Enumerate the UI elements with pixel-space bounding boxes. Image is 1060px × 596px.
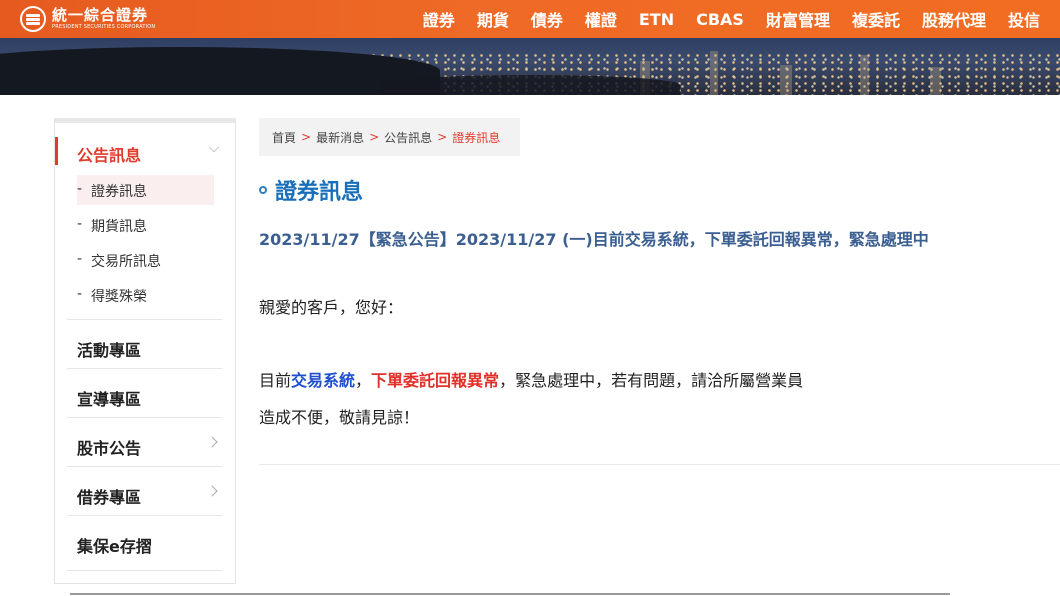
list-dash: - xyxy=(77,216,83,232)
page-bottom-rule xyxy=(70,593,950,595)
sidebar-item-label: 活動專區 xyxy=(77,341,142,360)
logo-chinese-name: 統一綜合證券 xyxy=(52,6,149,24)
breadcrumb-separator: > xyxy=(437,130,448,144)
nav-item-investment-trust[interactable]: 投信 xyxy=(1008,7,1040,31)
logo-english-name: PRESIDENT SECURITIES CORPORATION xyxy=(52,24,156,30)
sidebar-item-label: 交易所訊息 xyxy=(91,254,161,270)
title-bullet-icon xyxy=(259,186,267,194)
sidebar-item-futures-news[interactable]: - 期貨訊息 xyxy=(77,210,214,240)
sidebar-section-title: 公告訊息 xyxy=(77,146,142,165)
breadcrumb-announcements[interactable]: 公告訊息 xyxy=(384,129,432,146)
page-title: 證券訊息 xyxy=(259,174,363,206)
nav-item-warrants[interactable]: 權證 xyxy=(585,7,617,31)
sidebar-item-label: 宣導專區 xyxy=(77,390,142,409)
sidebar-item-label: 借券專區 xyxy=(77,488,142,507)
sidebar-item-events[interactable]: 活動專區 xyxy=(67,319,222,368)
breadcrumb-current: 證券訊息 xyxy=(452,130,501,145)
body-highlight-order-anomaly: 下單委託回報異常 xyxy=(371,371,500,390)
sidebar-item-label: 得獎殊榮 xyxy=(91,289,147,305)
sidebar-section-announcements[interactable]: 公告訊息 xyxy=(55,137,235,167)
main-nav: 證券 期貨 債券 權證 ETN CBAS 財富管理 複委託 股務代理 投信 xyxy=(401,0,1040,38)
city-night-banner xyxy=(0,38,1060,95)
logo-text: 統一綜合證券 PRESIDENT SECURITIES CORPORATION xyxy=(52,8,155,30)
announcement-headline: 2023/11/27【緊急公告】2023/11/27 (一)目前交易系統，下單委… xyxy=(259,230,929,249)
nav-item-sub-brokerage[interactable]: 複委託 xyxy=(852,7,900,31)
sidebar-item-exchange-news[interactable]: - 交易所訊息 xyxy=(77,245,214,275)
nav-item-bonds[interactable]: 債券 xyxy=(531,7,563,31)
sidebar: 公告訊息 - 證券訊息 - 期貨訊息 - 交易所訊息 - 得獎殊榮 活動專區 宣… xyxy=(54,118,236,584)
sidebar-item-advocacy[interactable]: 宣導專區 xyxy=(67,368,222,417)
chevron-down-icon[interactable] xyxy=(208,141,220,153)
banner-hill-left xyxy=(0,47,440,95)
body-highlight-trading-system: 交易系統 xyxy=(291,371,356,390)
top-navigation-bar: 統一綜合證券 PRESIDENT SECURITIES CORPORATION … xyxy=(0,0,1060,38)
banner-hill-mid xyxy=(380,75,680,95)
breadcrumb: 首頁 > 最新消息 > 公告訊息 > 證券訊息 xyxy=(259,118,520,156)
list-dash: - xyxy=(77,286,83,302)
sidebar-item-securities-news[interactable]: - 證券訊息 xyxy=(77,175,214,205)
announcement-body-line2: 造成不便，敬請見諒！ xyxy=(259,408,420,427)
sidebar-item-label: 集保e存摺 xyxy=(77,537,152,556)
logo-emblem-icon xyxy=(20,6,46,32)
page-title-text: 證券訊息 xyxy=(275,180,364,205)
sidebar-item-securities-lending[interactable]: 借券專區 xyxy=(67,466,222,515)
breadcrumb-latest-news[interactable]: 最新消息 xyxy=(316,129,364,146)
sidebar-item-label: 證券訊息 xyxy=(91,184,147,200)
list-dash: - xyxy=(77,251,83,267)
sidebar-item-market-notices[interactable]: 股市公告 xyxy=(67,417,222,466)
list-dash: - xyxy=(77,181,83,197)
company-logo[interactable]: 統一綜合證券 PRESIDENT SECURITIES CORPORATION xyxy=(20,5,155,33)
content-divider xyxy=(259,464,1060,465)
sidebar-item-awards[interactable]: - 得獎殊榮 xyxy=(77,280,214,310)
breadcrumb-separator: > xyxy=(301,130,312,144)
sidebar-item-tdcc-epassbook[interactable]: 集保e存摺 xyxy=(67,515,222,564)
nav-item-futures[interactable]: 期貨 xyxy=(477,7,509,31)
nav-item-wealth-management[interactable]: 財富管理 xyxy=(766,7,830,31)
breadcrumb-separator: > xyxy=(369,130,380,144)
sidebar-item-label: 股市公告 xyxy=(77,439,142,458)
sidebar-bottom-divider xyxy=(67,570,222,571)
announcement-body-line1: 目前交易系統，下單委託回報異常，緊急處理中，若有問題，請洽所屬營業員 xyxy=(259,367,803,391)
active-section-marker xyxy=(55,137,58,165)
chevron-right-icon xyxy=(206,436,218,448)
body-prefix: 目前 xyxy=(259,371,292,390)
body-comma: ， xyxy=(355,371,372,390)
body-rest: ，緊急處理中，若有問題，請洽所屬營業員 xyxy=(499,371,804,390)
greeting-text: 親愛的客戶，您好： xyxy=(259,298,404,317)
nav-item-securities[interactable]: 證券 xyxy=(423,7,455,31)
nav-item-cbas[interactable]: CBAS xyxy=(696,10,744,29)
sidebar-item-label: 期貨訊息 xyxy=(91,219,147,235)
nav-item-stock-affairs[interactable]: 股務代理 xyxy=(922,7,986,31)
nav-item-etn[interactable]: ETN xyxy=(639,10,674,29)
chevron-right-icon xyxy=(206,485,218,497)
breadcrumb-home[interactable]: 首頁 xyxy=(272,129,296,146)
